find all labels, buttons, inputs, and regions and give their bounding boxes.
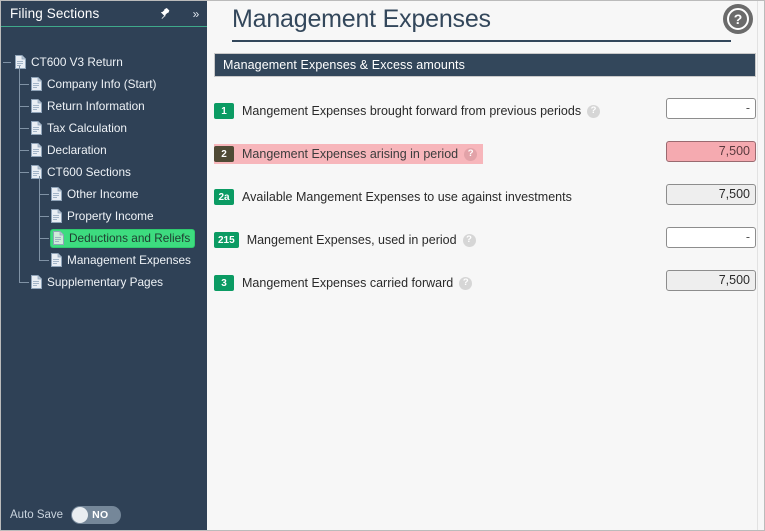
tree-connector-line	[39, 176, 40, 260]
tree-connector-line	[19, 128, 29, 129]
tree-item-label: Tax Calculation	[47, 121, 127, 135]
box-number-badge: 3	[214, 275, 234, 291]
tree-item-label: Company Info (Start)	[47, 77, 157, 91]
autosave-toggle[interactable]: NO	[71, 506, 122, 524]
tree-connector-line	[19, 282, 29, 283]
autosave-toggle-knob	[72, 507, 89, 523]
autosave-bar: Auto Save NO	[1, 498, 207, 530]
document-icon	[51, 253, 62, 267]
document-icon	[51, 209, 62, 223]
tree-connector-line	[39, 194, 49, 195]
amount-input-field[interactable]: -	[666, 98, 756, 119]
sidebar-title: Filing Sections	[10, 6, 100, 21]
page-header: Management Expenses ?	[207, 1, 764, 47]
box-number-badge: 1	[214, 103, 234, 119]
form-row-label: Mangement Expenses carried forward	[242, 276, 454, 290]
document-icon	[31, 99, 42, 113]
filing-sections-sidebar: Filing Sections » CT600 V3 Return Compan…	[1, 1, 207, 530]
sidebar-collapse-button[interactable]: »	[185, 1, 207, 26]
amount-input-field[interactable]: 7,500	[666, 141, 756, 162]
document-icon	[31, 275, 42, 289]
form-row-label: Mangement Expenses, used in period	[246, 233, 457, 247]
amount-readonly-field: 7,500	[666, 270, 756, 291]
tree-item-other-income[interactable]: Other Income	[1, 183, 207, 205]
help-question-icon[interactable]: ?	[587, 104, 601, 118]
application-window: Filing Sections » CT600 V3 Return Compan…	[0, 0, 765, 531]
amount-readonly-field: 7,500	[666, 184, 756, 205]
form-row: 2a Available Mangement Expenses to use ag…	[207, 179, 764, 222]
box-number-badge: 2a	[214, 189, 234, 205]
section-header-label: Management Expenses & Excess amounts	[223, 58, 465, 72]
form-row-label-group: 215 Mangement Expenses, used in period?	[214, 230, 482, 250]
help-icon[interactable]: ?	[723, 4, 753, 34]
tree-item-label: Declaration	[47, 143, 107, 157]
tree-item-label: Supplementary Pages	[47, 275, 164, 289]
form-row-label: Available Mangement Expenses to use agai…	[242, 190, 572, 204]
form-row-label: Mangement Expenses brought forward from …	[242, 104, 582, 118]
form-row-label-group: 1 Mangement Expenses brought forward from…	[214, 101, 606, 121]
tree-connector-line	[19, 106, 29, 107]
tree-item-ct600-sections[interactable]: CT600 Sections	[1, 161, 207, 183]
tree-item-tax-calculation[interactable]: Tax Calculation	[1, 117, 207, 139]
tree-item-deductions-and-reliefs[interactable]: Deductions and Reliefs	[1, 227, 207, 249]
tree-connector-line	[19, 84, 29, 85]
tree-connector-line	[19, 150, 29, 151]
section-header-bar: Management Expenses & Excess amounts	[214, 53, 756, 77]
tree-item-return-information[interactable]: Return Information	[1, 95, 207, 117]
box-number-badge: 2	[214, 146, 234, 162]
tree-connector-line	[19, 66, 20, 282]
amount-input-field[interactable]: -	[666, 227, 756, 248]
document-icon	[53, 231, 64, 245]
main-content-panel: Management Expenses ? Management Expense…	[207, 1, 764, 530]
document-icon	[31, 165, 42, 179]
tree-item-label: Return Information	[47, 99, 145, 113]
box-number-badge: 215	[214, 232, 239, 248]
help-question-icon[interactable]: ?	[464, 147, 478, 161]
pin-icon[interactable]	[157, 5, 173, 21]
help-icon-glyph: ?	[727, 8, 749, 30]
tree-item-label: CT600 V3 Return	[31, 55, 123, 69]
document-icon	[31, 143, 42, 157]
document-icon	[31, 77, 42, 91]
tree-connector-line	[19, 172, 29, 173]
tree-item-label: Deductions and Reliefs	[69, 231, 191, 245]
document-icon	[31, 121, 42, 135]
form-row-label-group: 2 Mangement Expenses arising in period?	[214, 144, 484, 164]
tree-connector-line	[39, 238, 49, 239]
tree-item-supplementary-pages[interactable]: Supplementary Pages	[1, 271, 207, 293]
sidebar-header: Filing Sections »	[1, 1, 207, 26]
tree-item-declaration[interactable]: Declaration	[1, 139, 207, 161]
tree-item-label: Management Expenses	[67, 253, 191, 267]
document-icon	[51, 187, 62, 201]
tree-item-label: Property Income	[67, 209, 154, 223]
form-row-label: Mangement Expenses arising in period	[242, 147, 459, 161]
page-title: Management Expenses	[232, 5, 491, 33]
tree-item-ct600-v3-return[interactable]: CT600 V3 Return	[1, 51, 207, 73]
autosave-label: Auto Save	[10, 509, 64, 521]
form-row-label-group: 2a Available Mangement Expenses to use ag…	[214, 187, 578, 207]
tree-connector-line	[39, 216, 49, 217]
help-question-icon[interactable]: ?	[462, 233, 476, 247]
filing-sections-tree: CT600 V3 Return Company Info (Start) Ret…	[1, 27, 207, 293]
tree-connector-line	[39, 260, 49, 261]
page-title-underline	[232, 40, 731, 42]
document-icon	[15, 55, 26, 69]
form-row: 1 Mangement Expenses brought forward from…	[207, 93, 764, 136]
autosave-state-label: NO	[92, 509, 109, 521]
form-row: 3 Mangement Expenses carried forward? 7,50…	[207, 265, 764, 308]
tree-item-management-expenses[interactable]: Management Expenses	[1, 249, 207, 271]
form-row: 2 Mangement Expenses arising in period? 7,…	[207, 136, 764, 179]
tree-item-company-info-start[interactable]: Company Info (Start)	[1, 73, 207, 95]
help-question-icon[interactable]: ?	[459, 276, 473, 290]
tree-connector-line	[3, 62, 11, 63]
tree-item-label: CT600 Sections	[47, 165, 131, 179]
form-row-label-group: 3 Mangement Expenses carried forward?	[214, 273, 478, 293]
form-rows-container: 1 Mangement Expenses brought forward from…	[207, 93, 764, 308]
tree-item-property-income[interactable]: Property Income	[1, 205, 207, 227]
form-row: 215 Mangement Expenses, used in period? -	[207, 222, 764, 265]
tree-item-label: Other Income	[67, 187, 139, 201]
